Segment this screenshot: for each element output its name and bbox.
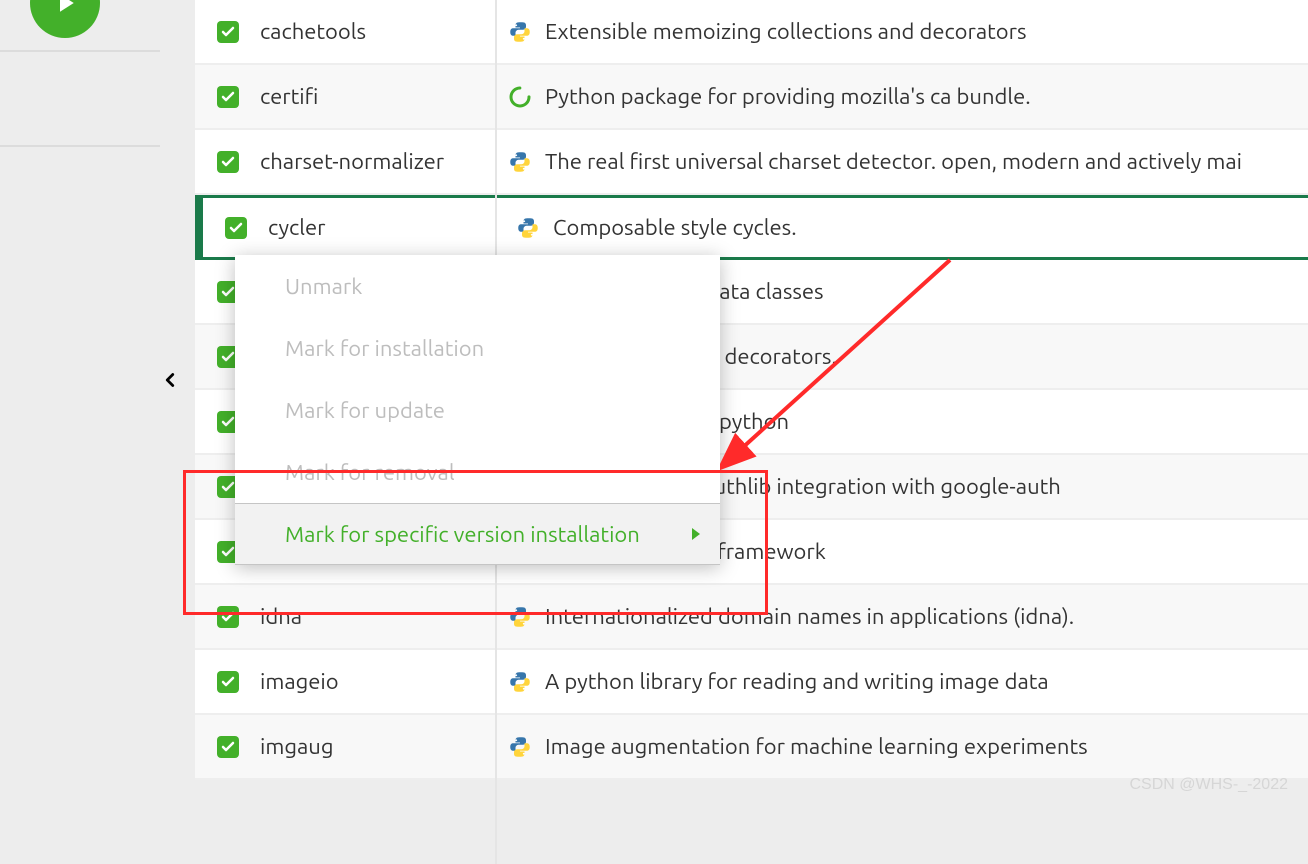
- package-type-icon-cell: [503, 216, 553, 240]
- package-description: Python package for providing mozilla's c…: [545, 84, 1308, 109]
- package-checkbox-cell: [195, 606, 260, 628]
- check-icon: [220, 414, 236, 430]
- package-type-icon-cell: [495, 150, 545, 174]
- package-description: Composable style cycles.: [553, 215, 1308, 240]
- package-checkbox-cell: [203, 217, 268, 239]
- package-type-icon-cell: [495, 735, 545, 759]
- play-icon: [50, 0, 80, 18]
- play-button[interactable]: [30, 0, 100, 38]
- package-name: idna: [260, 604, 495, 629]
- package-type-icon-cell: [495, 20, 545, 44]
- package-checkbox-cell: [195, 671, 260, 693]
- package-row[interactable]: imageio A python library for reading and …: [195, 650, 1308, 715]
- package-checkbox[interactable]: [217, 736, 239, 758]
- check-icon: [220, 24, 236, 40]
- package-checkbox[interactable]: [217, 151, 239, 173]
- context-menu-item[interactable]: Mark for specific version installation: [235, 503, 720, 565]
- package-description: Image augmentation for machine learning …: [545, 734, 1308, 759]
- sidebar-divider: [0, 50, 160, 52]
- package-description: Extensible memoizing collections and dec…: [545, 19, 1308, 44]
- package-name: imgaug: [260, 734, 495, 759]
- package-checkbox[interactable]: [225, 217, 247, 239]
- package-description: The real first universal charset detecto…: [545, 149, 1308, 174]
- check-icon: [220, 154, 236, 170]
- python-icon: [508, 605, 532, 629]
- package-checkbox-cell: [195, 151, 260, 173]
- package-row[interactable]: certifi Python package for providing mozi…: [195, 65, 1308, 130]
- sidebar: [0, 0, 160, 864]
- package-row[interactable]: cycler Composable style cycles.: [195, 195, 1308, 260]
- watermark-text: CSDN @WHS-_-2022: [1130, 776, 1289, 794]
- package-name: cycler: [268, 215, 503, 240]
- package-checkbox[interactable]: [217, 606, 239, 628]
- check-icon: [228, 220, 244, 236]
- python-icon: [516, 216, 540, 240]
- package-name: certifi: [260, 84, 495, 109]
- check-icon: [220, 674, 236, 690]
- package-type-icon-cell: [495, 85, 545, 109]
- package-checkbox-cell: [195, 21, 260, 43]
- check-icon: [220, 284, 236, 300]
- chevron-left-icon: [159, 369, 181, 391]
- check-icon: [220, 739, 236, 755]
- package-checkbox-cell: [195, 86, 260, 108]
- package-name: imageio: [260, 669, 495, 694]
- package-row[interactable]: imgaug Image augmentation for machine lea…: [195, 715, 1308, 780]
- package-row[interactable]: idna Internationalized domain names in ap…: [195, 585, 1308, 650]
- package-description: Internationalized domain names in applic…: [545, 604, 1308, 629]
- context-menu: UnmarkMark for installationMark for upda…: [235, 255, 720, 565]
- check-icon: [220, 609, 236, 625]
- check-icon: [220, 349, 236, 365]
- python-icon: [508, 735, 532, 759]
- context-menu-item: Unmark: [235, 255, 720, 317]
- package-description: A python library for reading and writing…: [545, 669, 1308, 694]
- package-checkbox[interactable]: [217, 86, 239, 108]
- python-icon: [508, 150, 532, 174]
- package-name: cachetools: [260, 19, 495, 44]
- python-icon: [508, 20, 532, 44]
- sidebar-divider: [0, 145, 160, 147]
- check-icon: [220, 479, 236, 495]
- collapse-sidebar-button[interactable]: [155, 360, 185, 400]
- package-checkbox-cell: [195, 736, 260, 758]
- package-row[interactable]: cachetools Extensible memoizing collectio…: [195, 0, 1308, 65]
- context-menu-item: Mark for update: [235, 379, 720, 441]
- package-row[interactable]: charset-normalizer The real first univers…: [195, 130, 1308, 195]
- package-type-icon-cell: [495, 605, 545, 629]
- package-type-icon-cell: [495, 670, 545, 694]
- check-icon: [220, 89, 236, 105]
- python-icon: [508, 670, 532, 694]
- context-menu-item: Mark for removal: [235, 441, 720, 503]
- check-icon: [220, 544, 236, 560]
- submenu-arrow-icon: [692, 528, 700, 540]
- package-checkbox[interactable]: [217, 21, 239, 43]
- package-name: charset-normalizer: [260, 149, 495, 174]
- loading-icon: [508, 85, 532, 109]
- context-menu-item: Mark for installation: [235, 317, 720, 379]
- package-checkbox[interactable]: [217, 671, 239, 693]
